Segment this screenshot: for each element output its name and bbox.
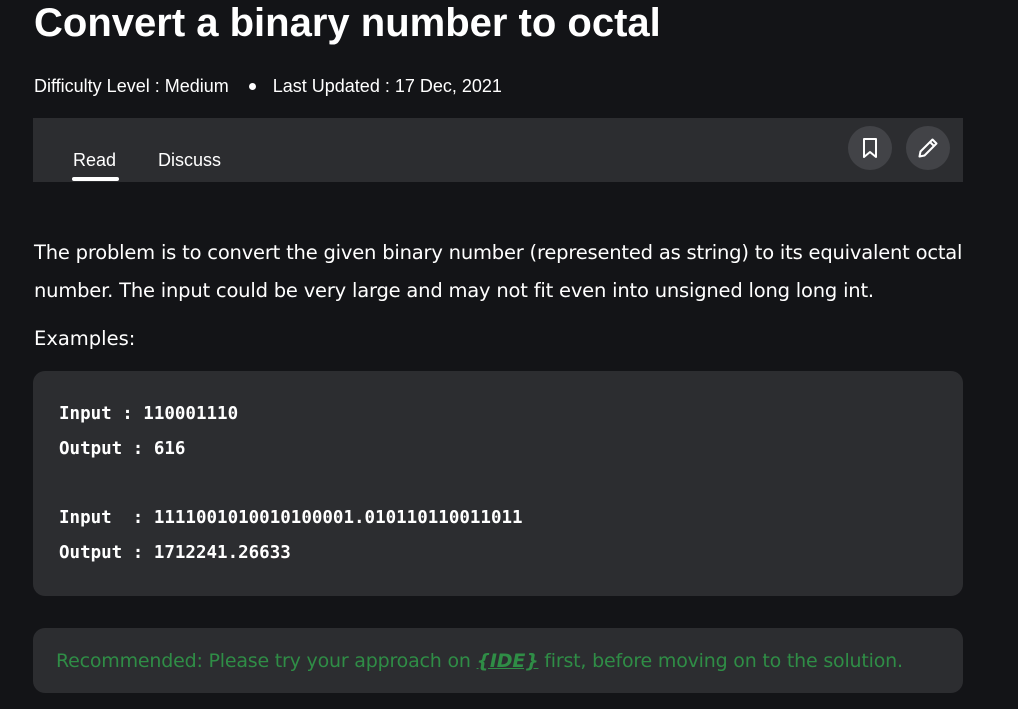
code-line: Output : 616	[59, 439, 186, 459]
bookmark-button[interactable]	[848, 126, 892, 170]
article-meta: Difficulty Level : Medium Last Updated :…	[34, 74, 502, 98]
code-line: Input : 110001110	[59, 404, 239, 424]
recommended-text: Recommended: Please try your approach on…	[56, 648, 903, 674]
bookmark-icon	[863, 138, 877, 158]
tab-read[interactable]: Read	[73, 148, 116, 172]
tab-discuss[interactable]: Discuss	[158, 148, 221, 172]
page-title: Convert a binary number to octal	[34, 1, 661, 45]
code-block: Input : 110001110 Output : 616 Input : 1…	[33, 371, 963, 596]
recommended-prefix: Recommended: Please try your approach on	[56, 650, 477, 672]
code-line: Output : 1712241.26633	[59, 543, 291, 563]
ide-link[interactable]: {IDE}	[477, 650, 539, 672]
code-line: Input : 1111001010010100001.010110110011…	[59, 508, 523, 528]
edit-button[interactable]	[906, 126, 950, 170]
recommended-suffix: first, before moving on to the solution.	[538, 650, 903, 672]
active-tab-indicator	[72, 177, 119, 181]
problem-description: The problem is to convert the given bina…	[34, 241, 963, 302]
difficulty-level: Difficulty Level : Medium	[34, 76, 229, 96]
separator-dot	[248, 82, 256, 90]
pencil-icon	[918, 138, 938, 158]
article-tab-bar: Read Discuss	[33, 118, 963, 182]
examples-heading: Examples:	[34, 327, 136, 350]
recommended-banner: Recommended: Please try your approach on…	[33, 628, 963, 693]
last-updated: Last Updated : 17 Dec, 2021	[272, 76, 502, 96]
